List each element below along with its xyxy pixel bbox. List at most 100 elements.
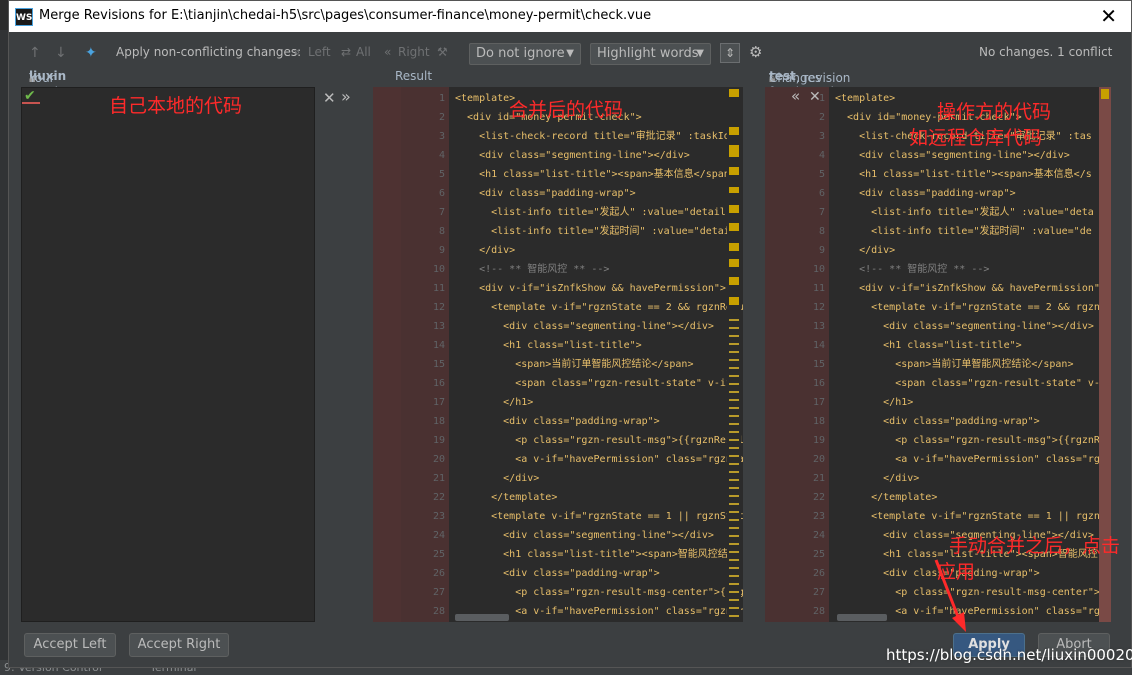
change-marker[interactable] <box>729 327 739 329</box>
change-marker[interactable] <box>729 615 739 617</box>
apply-right-button[interactable]: Right <box>398 45 430 59</box>
conflict-marker <box>22 102 40 104</box>
change-marker[interactable] <box>729 527 739 529</box>
change-marker[interactable] <box>729 335 739 337</box>
change-marker[interactable] <box>729 243 739 251</box>
change-marker[interactable] <box>729 455 739 457</box>
change-marker[interactable] <box>729 319 739 321</box>
annotation-other-code: 操作方的代码 <box>937 101 1052 123</box>
code-line: <!-- ** 智能风控 ** --> <box>835 264 990 275</box>
apply-all-icon[interactable]: ⇄ <box>341 45 351 59</box>
your-version-pane[interactable]: ✔ <box>21 87 315 622</box>
apply-left-button[interactable]: Left <box>308 45 331 59</box>
code-line: <span>当前订单智能风控结论</span> <box>455 359 694 370</box>
change-marker[interactable] <box>729 447 739 449</box>
change-marker[interactable] <box>729 607 739 609</box>
change-marker[interactable] <box>729 503 739 505</box>
accept-right-button[interactable]: Accept Right <box>129 633 229 657</box>
wand-icon[interactable]: ⚒ <box>437 45 448 59</box>
magic-resolve-icon[interactable]: ✦ <box>85 45 97 61</box>
change-marker[interactable] <box>729 367 739 369</box>
change-marker[interactable] <box>729 187 739 193</box>
line-number: 13 <box>812 321 825 332</box>
change-marker[interactable] <box>729 471 739 473</box>
accept-left-button[interactable]: Accept Left <box>24 633 116 657</box>
result-editor[interactable]: <template> <div id="money-permit-check">… <box>449 87 743 622</box>
ignore-right-icon[interactable]: ✕ <box>809 89 821 105</box>
close-icon[interactable]: ✕ <box>1100 4 1117 28</box>
code-line: </h1> <box>455 397 534 408</box>
change-marker[interactable] <box>729 399 739 401</box>
change-marker[interactable] <box>729 431 739 433</box>
change-marker[interactable] <box>729 277 739 285</box>
change-marker[interactable] <box>729 415 739 417</box>
accept-left-change-icon[interactable]: » <box>341 87 351 106</box>
code-line: <div v-if="isZnfkShow && havePermission" <box>835 283 1099 294</box>
line-number: 27 <box>432 587 445 598</box>
change-marker[interactable] <box>729 495 739 497</box>
highlight-dropdown[interactable]: Highlight words ▼ <box>590 43 711 65</box>
annotation-merged-code: 合并后的代码 <box>509 99 624 121</box>
change-marker[interactable] <box>729 559 739 561</box>
title-bar: WS Merge Revisions for E:\tianjin\chedai… <box>9 1 1131 32</box>
change-marker[interactable] <box>729 487 739 489</box>
line-number: 5 <box>818 169 825 180</box>
annotation-arrow-icon <box>934 559 966 632</box>
code-line: <div class="padding-wrap"> <box>835 188 1016 199</box>
change-marker[interactable] <box>729 567 739 569</box>
change-marker[interactable] <box>729 127 739 135</box>
webstorm-icon: WS <box>15 8 33 26</box>
change-marker[interactable] <box>729 343 739 345</box>
code-line: </template> <box>835 492 938 503</box>
change-marker[interactable] <box>729 145 739 157</box>
result-line-numbers: 1 2 3 4 5 6 7 8 9 10 11 12 13 14 15 16 17 18 19 20 21 22 23 24 2… <box>401 87 449 622</box>
change-marker[interactable] <box>729 479 739 481</box>
apply-right-icon[interactable]: « <box>384 45 391 59</box>
change-marker[interactable] <box>729 167 739 175</box>
ignore-left-icon[interactable]: ✕ <box>323 89 336 107</box>
change-marker[interactable] <box>729 599 739 601</box>
change-marker[interactable] <box>729 205 739 213</box>
change-marker[interactable] <box>729 407 739 409</box>
previous-change-icon[interactable]: ↑ <box>29 45 41 61</box>
change-marker[interactable] <box>729 439 739 441</box>
change-marker[interactable] <box>729 575 739 577</box>
change-marker[interactable] <box>729 223 739 231</box>
result-marker-bar[interactable] <box>727 87 741 622</box>
change-marker[interactable] <box>729 423 739 425</box>
line-number: 27 <box>812 587 825 598</box>
apply-left-icon[interactable]: » <box>293 45 300 59</box>
settings-gear-icon[interactable]: ⚙ <box>749 43 762 61</box>
next-change-icon[interactable]: ↓ <box>55 45 67 61</box>
code-line: <span>当前订单智能风控结论</span> <box>835 359 1074 370</box>
line-number: 16 <box>812 378 825 389</box>
change-marker[interactable] <box>729 259 739 267</box>
code-line: <div class="segmenting-line"></div> <box>455 321 714 332</box>
change-marker[interactable] <box>729 583 739 585</box>
change-marker[interactable] <box>729 519 739 521</box>
change-marker[interactable] <box>729 89 739 97</box>
sync-scroll-icon[interactable]: ⇕ <box>720 43 740 63</box>
line-number: 23 <box>432 511 445 522</box>
code-line: </div> <box>455 245 516 256</box>
code-line: <list-info title="发起时间" :value="detail <box>455 226 736 237</box>
change-marker[interactable] <box>729 351 739 353</box>
change-marker[interactable] <box>729 551 739 553</box>
line-number: 15 <box>812 359 825 370</box>
ignore-whitespace-dropdown[interactable]: Do not ignore ▼ <box>469 43 581 65</box>
change-marker[interactable] <box>729 463 739 465</box>
apply-all-button[interactable]: All <box>356 45 371 59</box>
change-marker[interactable] <box>729 543 739 545</box>
change-marker[interactable] <box>729 591 739 593</box>
change-marker[interactable] <box>729 511 739 513</box>
accept-right-change-icon[interactable]: « <box>791 87 800 105</box>
line-number: 11 <box>812 283 825 294</box>
change-marker[interactable] <box>729 383 739 385</box>
pane-headers: 🔒︎ Your version, branch liuxin Result 🔒︎… <box>9 67 1131 113</box>
code-line: <a v-if="havePermission" class="rgzn-r <box>455 606 743 617</box>
change-marker[interactable] <box>729 375 739 377</box>
change-marker[interactable] <box>729 535 739 537</box>
change-marker[interactable] <box>729 359 739 361</box>
change-marker[interactable] <box>729 297 739 305</box>
change-marker[interactable] <box>729 391 739 393</box>
